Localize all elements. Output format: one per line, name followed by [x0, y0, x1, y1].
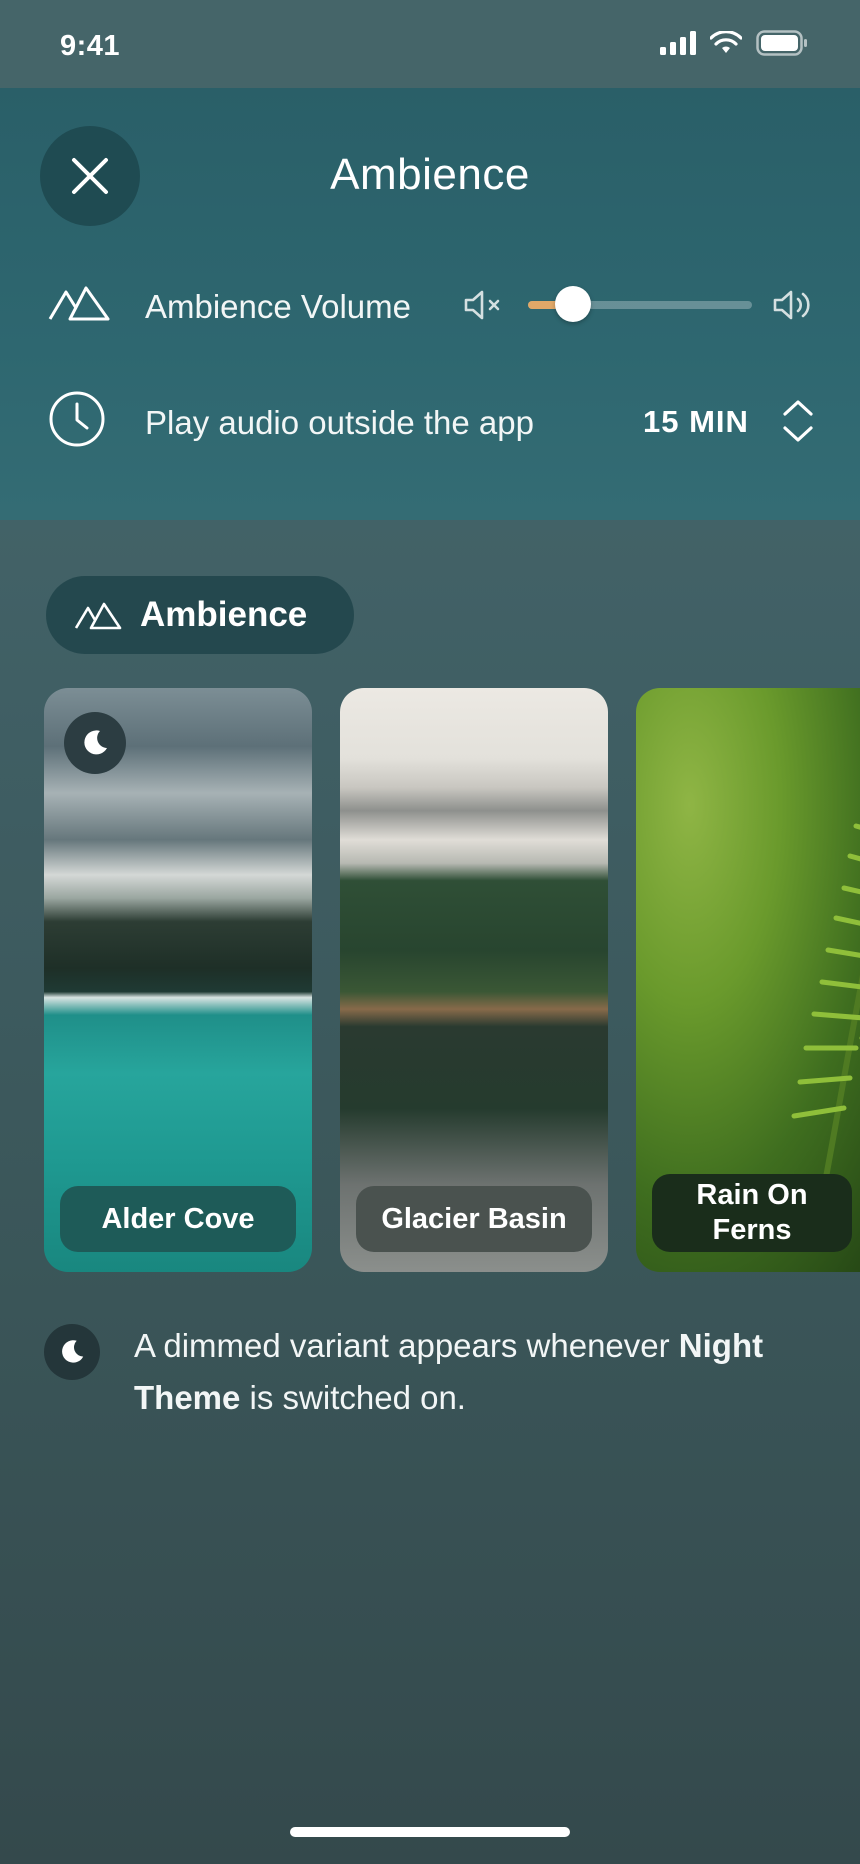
volume-row: Ambience Volume	[0, 270, 860, 340]
page-title: Ambience	[330, 150, 530, 199]
mountains-icon	[74, 602, 122, 630]
status-time: 9:41	[60, 30, 121, 62]
moon-icon	[84, 730, 107, 755]
card-label: Rain On Ferns	[652, 1174, 852, 1252]
note-suffix: is switched on.	[240, 1379, 466, 1416]
fern-image	[791, 823, 860, 1188]
wifi-icon	[710, 31, 742, 53]
ambience-card[interactable]: Rain On Ferns	[636, 688, 860, 1272]
status-icons	[660, 30, 808, 56]
status-bar: 9:41	[0, 0, 860, 88]
mute-icon[interactable]	[463, 288, 505, 322]
home-indicator[interactable]	[290, 1827, 570, 1837]
ambience-card[interactable]: Glacier Basin	[340, 688, 608, 1272]
timer-row[interactable]: Play audio outside the app 15 MIN	[0, 386, 860, 456]
note-text: A dimmed variant appears whenever Night …	[134, 1320, 834, 1424]
volume-label: Ambience Volume	[145, 288, 411, 325]
night-badge	[64, 712, 126, 774]
battery-icon	[756, 30, 807, 56]
mountains-icon	[48, 286, 110, 321]
category-label: Ambience	[140, 595, 308, 634]
card-label: Glacier Basin	[356, 1186, 592, 1252]
timer-value[interactable]: 15 MIN	[643, 404, 749, 440]
volume-slider[interactable]	[528, 286, 752, 322]
volume-up-icon[interactable]	[772, 288, 814, 322]
note-moon-badge	[44, 1324, 100, 1380]
ambience-card[interactable]: Alder Cove	[44, 688, 312, 1272]
chevron-up-down-icon[interactable]	[780, 398, 816, 444]
category-pill[interactable]: Ambience	[46, 576, 354, 654]
card-label: Alder Cove	[60, 1186, 296, 1252]
moon-icon	[62, 1340, 84, 1363]
ambience-carousel[interactable]: Alder Cove Glacier Basin Rain On Ferns	[0, 688, 860, 1272]
note-prefix: A dimmed variant appears whenever	[134, 1327, 679, 1364]
timer-label: Play audio outside the app	[145, 404, 534, 441]
signal-icon	[660, 31, 696, 55]
volume-slider-thumb[interactable]	[554, 286, 591, 322]
clock-icon	[49, 391, 105, 447]
